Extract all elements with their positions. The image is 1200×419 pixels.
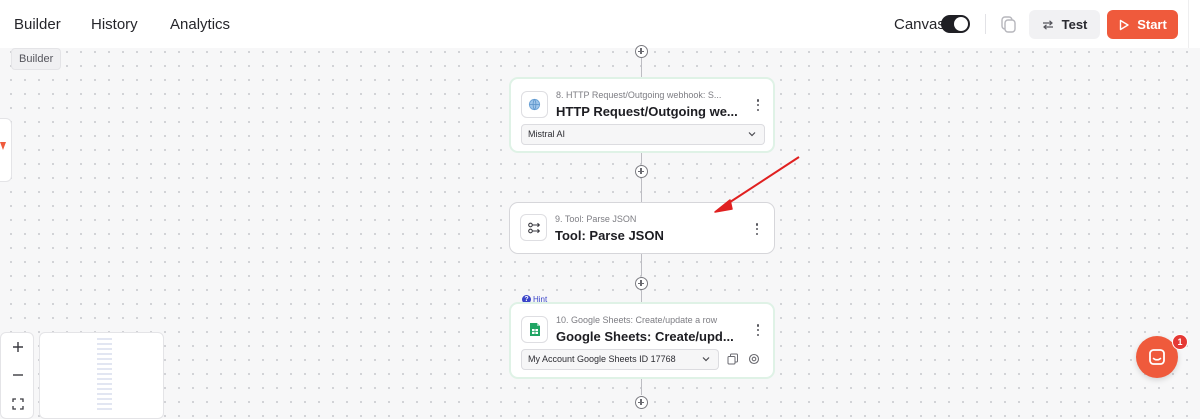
minimap-node (97, 383, 112, 385)
test-button-label: Test (1061, 17, 1088, 32)
toggle-knob (954, 17, 968, 31)
connector-line (641, 178, 642, 203)
notification-badge: 1 (1172, 334, 1188, 350)
side-panel-handle[interactable] (0, 118, 12, 182)
minimap-node (97, 343, 112, 345)
minimap-node (97, 353, 112, 355)
minimap-node (97, 363, 112, 365)
account-select-value: My Account Google Sheets ID 17768 (528, 354, 676, 364)
add-step-icon[interactable] (635, 396, 648, 409)
node-google-sheets[interactable]: 10. Google Sheets: Create/update a row G… (509, 302, 775, 379)
scroll-edge (1188, 0, 1200, 48)
zoom-out-button[interactable] (1, 361, 35, 389)
globe-icon (521, 91, 548, 118)
node-menu-icon[interactable] (756, 324, 760, 336)
connector-line (641, 253, 642, 276)
start-button[interactable]: Start (1107, 10, 1178, 39)
chevron-down-icon (702, 357, 710, 362)
google-sheets-icon (521, 316, 548, 343)
add-step-icon[interactable] (635, 45, 648, 58)
zoom-controls (0, 332, 34, 419)
chevron-down-icon (748, 132, 756, 137)
swap-icon (1042, 19, 1053, 30)
connection-select-value: Mistral AI (528, 129, 566, 139)
minimap-node (97, 368, 112, 370)
duplicate-icon[interactable] (998, 14, 1018, 34)
copy-icon[interactable] (727, 353, 739, 365)
tab-builder[interactable]: Builder (14, 16, 61, 33)
node-title: HTTP Request/Outgoing we... (556, 104, 738, 119)
node-title: Tool: Parse JSON (555, 228, 664, 243)
connection-select[interactable]: Mistral AI (521, 124, 765, 145)
node-subtitle: 9. Tool: Parse JSON (555, 214, 637, 224)
fit-view-button[interactable] (1, 390, 35, 418)
zoom-in-button[interactable] (1, 333, 35, 361)
tab-history[interactable]: History (91, 16, 138, 33)
panel-marker-icon (0, 142, 6, 150)
minimap-node (97, 398, 112, 400)
connector-line (641, 58, 642, 78)
minimap-node (97, 338, 112, 340)
node-menu-icon[interactable] (756, 99, 760, 111)
connector-line (641, 378, 642, 395)
add-step-icon[interactable] (635, 277, 648, 290)
node-subtitle: 8. HTTP Request/Outgoing webhook: S... (556, 90, 722, 100)
connector-line (641, 152, 642, 164)
minimap-node (97, 348, 112, 350)
test-button[interactable]: Test (1029, 10, 1100, 39)
top-bar: Builder History Analytics Canvas Test St… (0, 0, 1200, 48)
minimap-node (97, 378, 112, 380)
fit-screen-icon (12, 398, 24, 410)
minimap-node (97, 358, 112, 360)
minimap-node (97, 408, 112, 410)
play-icon (1119, 19, 1129, 30)
settings-icon[interactable] (748, 353, 760, 365)
canvas-toggle[interactable] (941, 15, 970, 33)
minimap[interactable] (39, 332, 164, 419)
chat-icon (1149, 349, 1165, 365)
minimap-node (97, 393, 112, 395)
minus-icon (13, 374, 23, 376)
start-button-label: Start (1137, 17, 1167, 32)
builder-breadcrumb: Builder (11, 48, 62, 70)
tab-analytics[interactable]: Analytics (170, 16, 230, 33)
node-title: Google Sheets: Create/upd... (556, 329, 734, 344)
plus-icon (13, 342, 23, 352)
node-menu-icon[interactable] (755, 223, 759, 235)
parse-json-icon (520, 214, 547, 241)
canvas-toggle-label: Canvas (894, 16, 945, 33)
annotation-arrow (714, 156, 800, 213)
divider (985, 14, 986, 34)
connector-line (641, 290, 642, 302)
add-step-icon[interactable] (635, 165, 648, 178)
node-http-request[interactable]: 8. HTTP Request/Outgoing webhook: S... H… (509, 77, 775, 153)
minimap-node (97, 388, 112, 390)
account-select[interactable]: My Account Google Sheets ID 17768 (521, 349, 719, 370)
minimap-node (97, 403, 112, 405)
node-subtitle: 10. Google Sheets: Create/update a row (556, 315, 718, 325)
minimap-node (97, 373, 112, 375)
